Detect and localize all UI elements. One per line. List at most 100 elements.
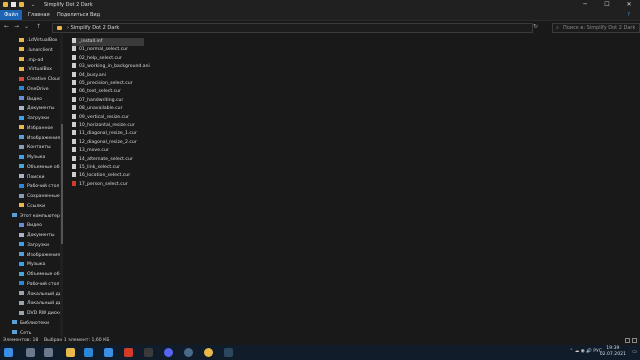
file-name: 09_vertical_resize.cur <box>79 114 129 120</box>
back-button[interactable]: ← <box>4 23 9 30</box>
file-name: 11_diagonal_resize_1.cur <box>79 131 137 137</box>
tab-view[interactable]: Вид <box>90 10 100 20</box>
system-tray-icons[interactable]: ⌃ ☁ ◉ 🔊 <box>569 349 592 354</box>
task-view-icon[interactable] <box>44 348 53 357</box>
nav-item[interactable]: Изображения <box>0 134 60 143</box>
tab-home[interactable]: Главная <box>28 10 50 20</box>
nav-item[interactable]: Локальный ди <box>0 290 60 299</box>
discord-icon[interactable] <box>164 348 173 357</box>
nav-item[interactable]: Рабочий стол <box>0 280 60 289</box>
large-icons-view-button[interactable] <box>632 338 637 343</box>
file-item[interactable]: 11_diagonal_resize_1.cur <box>72 130 192 138</box>
file-item[interactable]: 15_link_select.cur <box>72 164 192 172</box>
file-item[interactable]: 04_busy.ani <box>72 71 192 80</box>
forward-button[interactable]: → <box>14 23 19 30</box>
file-item[interactable]: 06_text_select.cur <box>72 88 192 96</box>
nav-item[interactable]: .mp-ad <box>0 56 60 65</box>
chevron-down-icon[interactable]: ⌄ <box>31 0 35 10</box>
file-item[interactable]: 14_alternate_select.cur <box>72 155 192 164</box>
app-globe-icon[interactable] <box>184 348 193 357</box>
nav-item[interactable]: Изображения <box>0 251 60 260</box>
nav-item[interactable]: Объемные об <box>0 163 60 172</box>
chrome-icon[interactable] <box>204 348 213 357</box>
file-item[interactable]: 10_horizontal_resize.cur <box>72 122 192 130</box>
nav-item[interactable]: Загрузки <box>0 114 60 123</box>
nav-item[interactable]: DVD RW диско <box>0 309 60 318</box>
quick-access-toolbar <box>3 2 24 7</box>
nav-item-label: .LdVirtualBox <box>27 38 58 43</box>
nav-item[interactable]: Creative Cloud <box>0 75 60 84</box>
nav-item[interactable]: .lunarclient <box>0 46 60 55</box>
nav-item[interactable]: Этот компьютер <box>0 212 60 221</box>
file-item[interactable]: 12_diagonal_resize_2.cur <box>72 138 192 147</box>
help-icon[interactable]: ? <box>627 10 630 20</box>
close-button[interactable]: ✕ <box>618 0 640 10</box>
search-icon[interactable] <box>26 348 35 357</box>
app-red-icon[interactable] <box>124 348 133 357</box>
app-dark-icon[interactable] <box>144 348 153 357</box>
nav-item[interactable]: Поиски <box>0 173 60 182</box>
file-icon <box>72 88 76 94</box>
clock[interactable]: 19:39 02.07.2021 <box>600 346 626 358</box>
file-item[interactable]: 17_person_select.cur <box>72 180 192 189</box>
up-button[interactable]: ↑ <box>36 23 41 30</box>
nav-item[interactable]: Музыка <box>0 153 60 162</box>
refresh-button[interactable]: ↻ <box>533 23 538 30</box>
nav-scrollbar[interactable] <box>60 34 63 337</box>
address-bar[interactable]: › Simplify Dot 2 Dark <box>52 23 533 33</box>
tab-share[interactable]: Поделиться <box>57 10 88 20</box>
nav-item-label: Ссылки <box>27 203 46 209</box>
minimize-button[interactable]: ─ <box>574 0 596 10</box>
nav-item[interactable]: Документы <box>0 231 60 240</box>
explorer-icon[interactable] <box>66 348 75 357</box>
file-item[interactable]: 01_normal_select.cur <box>72 46 192 54</box>
file-item[interactable]: 05_precision_select.cur <box>72 80 192 88</box>
file-name: 03_working_in_background.ani <box>79 64 150 70</box>
file-item[interactable]: 02_help_select.cur <box>72 54 192 63</box>
file-item[interactable]: 13_move.cur <box>72 147 192 155</box>
nav-item[interactable]: OneDrive <box>0 85 60 94</box>
file-item[interactable]: 08_unavailable.cur <box>72 105 192 113</box>
nav-item[interactable]: Рабочий стол <box>0 182 60 191</box>
nav-item[interactable]: Сеть <box>0 329 60 338</box>
nav-item[interactable]: Загрузки <box>0 241 60 250</box>
store-icon[interactable] <box>84 348 93 357</box>
nav-item[interactable]: Объемные об <box>0 270 60 279</box>
file-item[interactable]: 07_handwriting.cur <box>72 96 192 105</box>
nav-item[interactable]: Музыка <box>0 260 60 269</box>
nav-item[interactable]: Ссылки <box>0 202 60 211</box>
clock-date: 02.07.2021 <box>599 352 626 357</box>
recent-locations-icon[interactable]: ⌄ <box>24 23 29 30</box>
maximize-button[interactable]: ☐ <box>596 0 618 10</box>
links-icon <box>19 203 24 208</box>
nav-item[interactable]: .VirtualBox <box>0 65 60 74</box>
nav-item[interactable]: Видео <box>0 221 60 230</box>
notification-icon[interactable]: ▭ <box>632 349 637 355</box>
scrollbar-thumb[interactable] <box>60 124 63 244</box>
new-folder-icon[interactable] <box>19 2 24 7</box>
mail-icon[interactable] <box>104 348 113 357</box>
nav-item[interactable]: Сохраненные <box>0 192 60 201</box>
search-input[interactable]: ⌕ Поиск в: Simplify Dot 2 Dark <box>552 23 640 33</box>
nav-item-label: Видео <box>27 223 42 229</box>
file-item[interactable]: 16_location_select.cur <box>72 172 192 180</box>
tab-file[interactable]: Файл <box>0 10 22 20</box>
nav-item[interactable]: .LdVirtualBox <box>0 36 60 45</box>
nav-item[interactable]: Библиотеки <box>0 319 60 328</box>
file-item[interactable]: _install.inf <box>72 38 144 46</box>
document-icon <box>19 232 24 237</box>
folder-icon <box>19 37 24 42</box>
nav-item-label: Локальный ди <box>27 291 60 297</box>
nav-item[interactable]: Видео <box>0 95 60 104</box>
properties-icon[interactable] <box>11 2 16 7</box>
nav-item[interactable]: Контакты <box>0 143 60 152</box>
nav-item[interactable]: Локальный ди <box>0 299 60 308</box>
steam-icon[interactable] <box>224 348 233 357</box>
nav-item[interactable]: Избранное <box>0 124 60 133</box>
start-icon[interactable] <box>4 348 13 357</box>
file-item[interactable]: 03_working_in_background.ani <box>72 63 192 71</box>
file-item[interactable]: 09_vertical_resize.cur <box>72 113 192 122</box>
address-path: › Simplify Dot 2 Dark <box>67 25 120 31</box>
nav-item[interactable]: Документы <box>0 104 60 113</box>
details-view-button[interactable] <box>625 338 630 343</box>
